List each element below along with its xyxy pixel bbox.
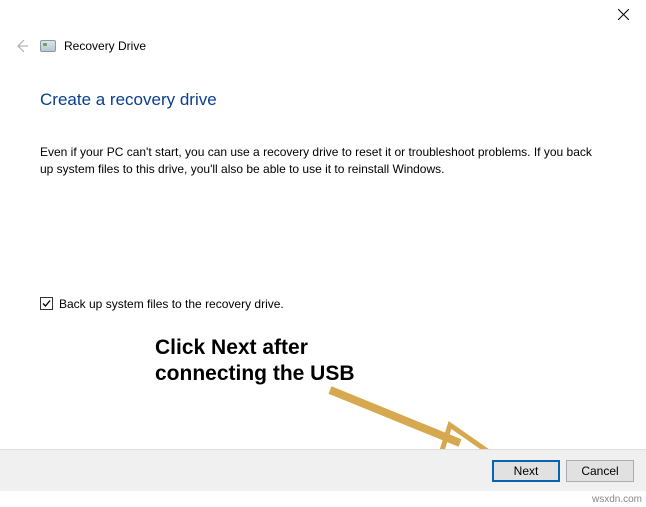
checkmark-icon bbox=[41, 298, 52, 309]
back-button[interactable] bbox=[12, 36, 32, 56]
page-description: Even if your PC can't start, you can use… bbox=[40, 144, 595, 179]
drive-icon bbox=[40, 40, 56, 52]
window-title: Recovery Drive bbox=[64, 39, 146, 53]
backup-checkbox-label: Back up system files to the recovery dri… bbox=[59, 297, 284, 311]
next-button[interactable]: Next bbox=[492, 460, 560, 482]
backup-checkbox[interactable] bbox=[40, 297, 53, 310]
annotation-line2: connecting the USB bbox=[155, 361, 355, 387]
back-arrow-icon bbox=[13, 37, 31, 55]
page-heading: Create a recovery drive bbox=[40, 90, 606, 110]
titlebar bbox=[0, 0, 646, 30]
dialog-footer: Next Cancel bbox=[0, 449, 646, 491]
backup-checkbox-row[interactable]: Back up system files to the recovery dri… bbox=[40, 297, 606, 311]
close-icon bbox=[618, 9, 629, 20]
close-button[interactable] bbox=[601, 0, 646, 28]
cancel-button[interactable]: Cancel bbox=[566, 460, 634, 482]
watermark: wsxdn.com bbox=[592, 494, 642, 505]
annotation-line1: Click Next after bbox=[155, 335, 355, 361]
window-header: Recovery Drive bbox=[0, 30, 646, 56]
instruction-annotation: Click Next after connecting the USB bbox=[155, 335, 355, 388]
content-area: Create a recovery drive Even if your PC … bbox=[0, 56, 646, 311]
